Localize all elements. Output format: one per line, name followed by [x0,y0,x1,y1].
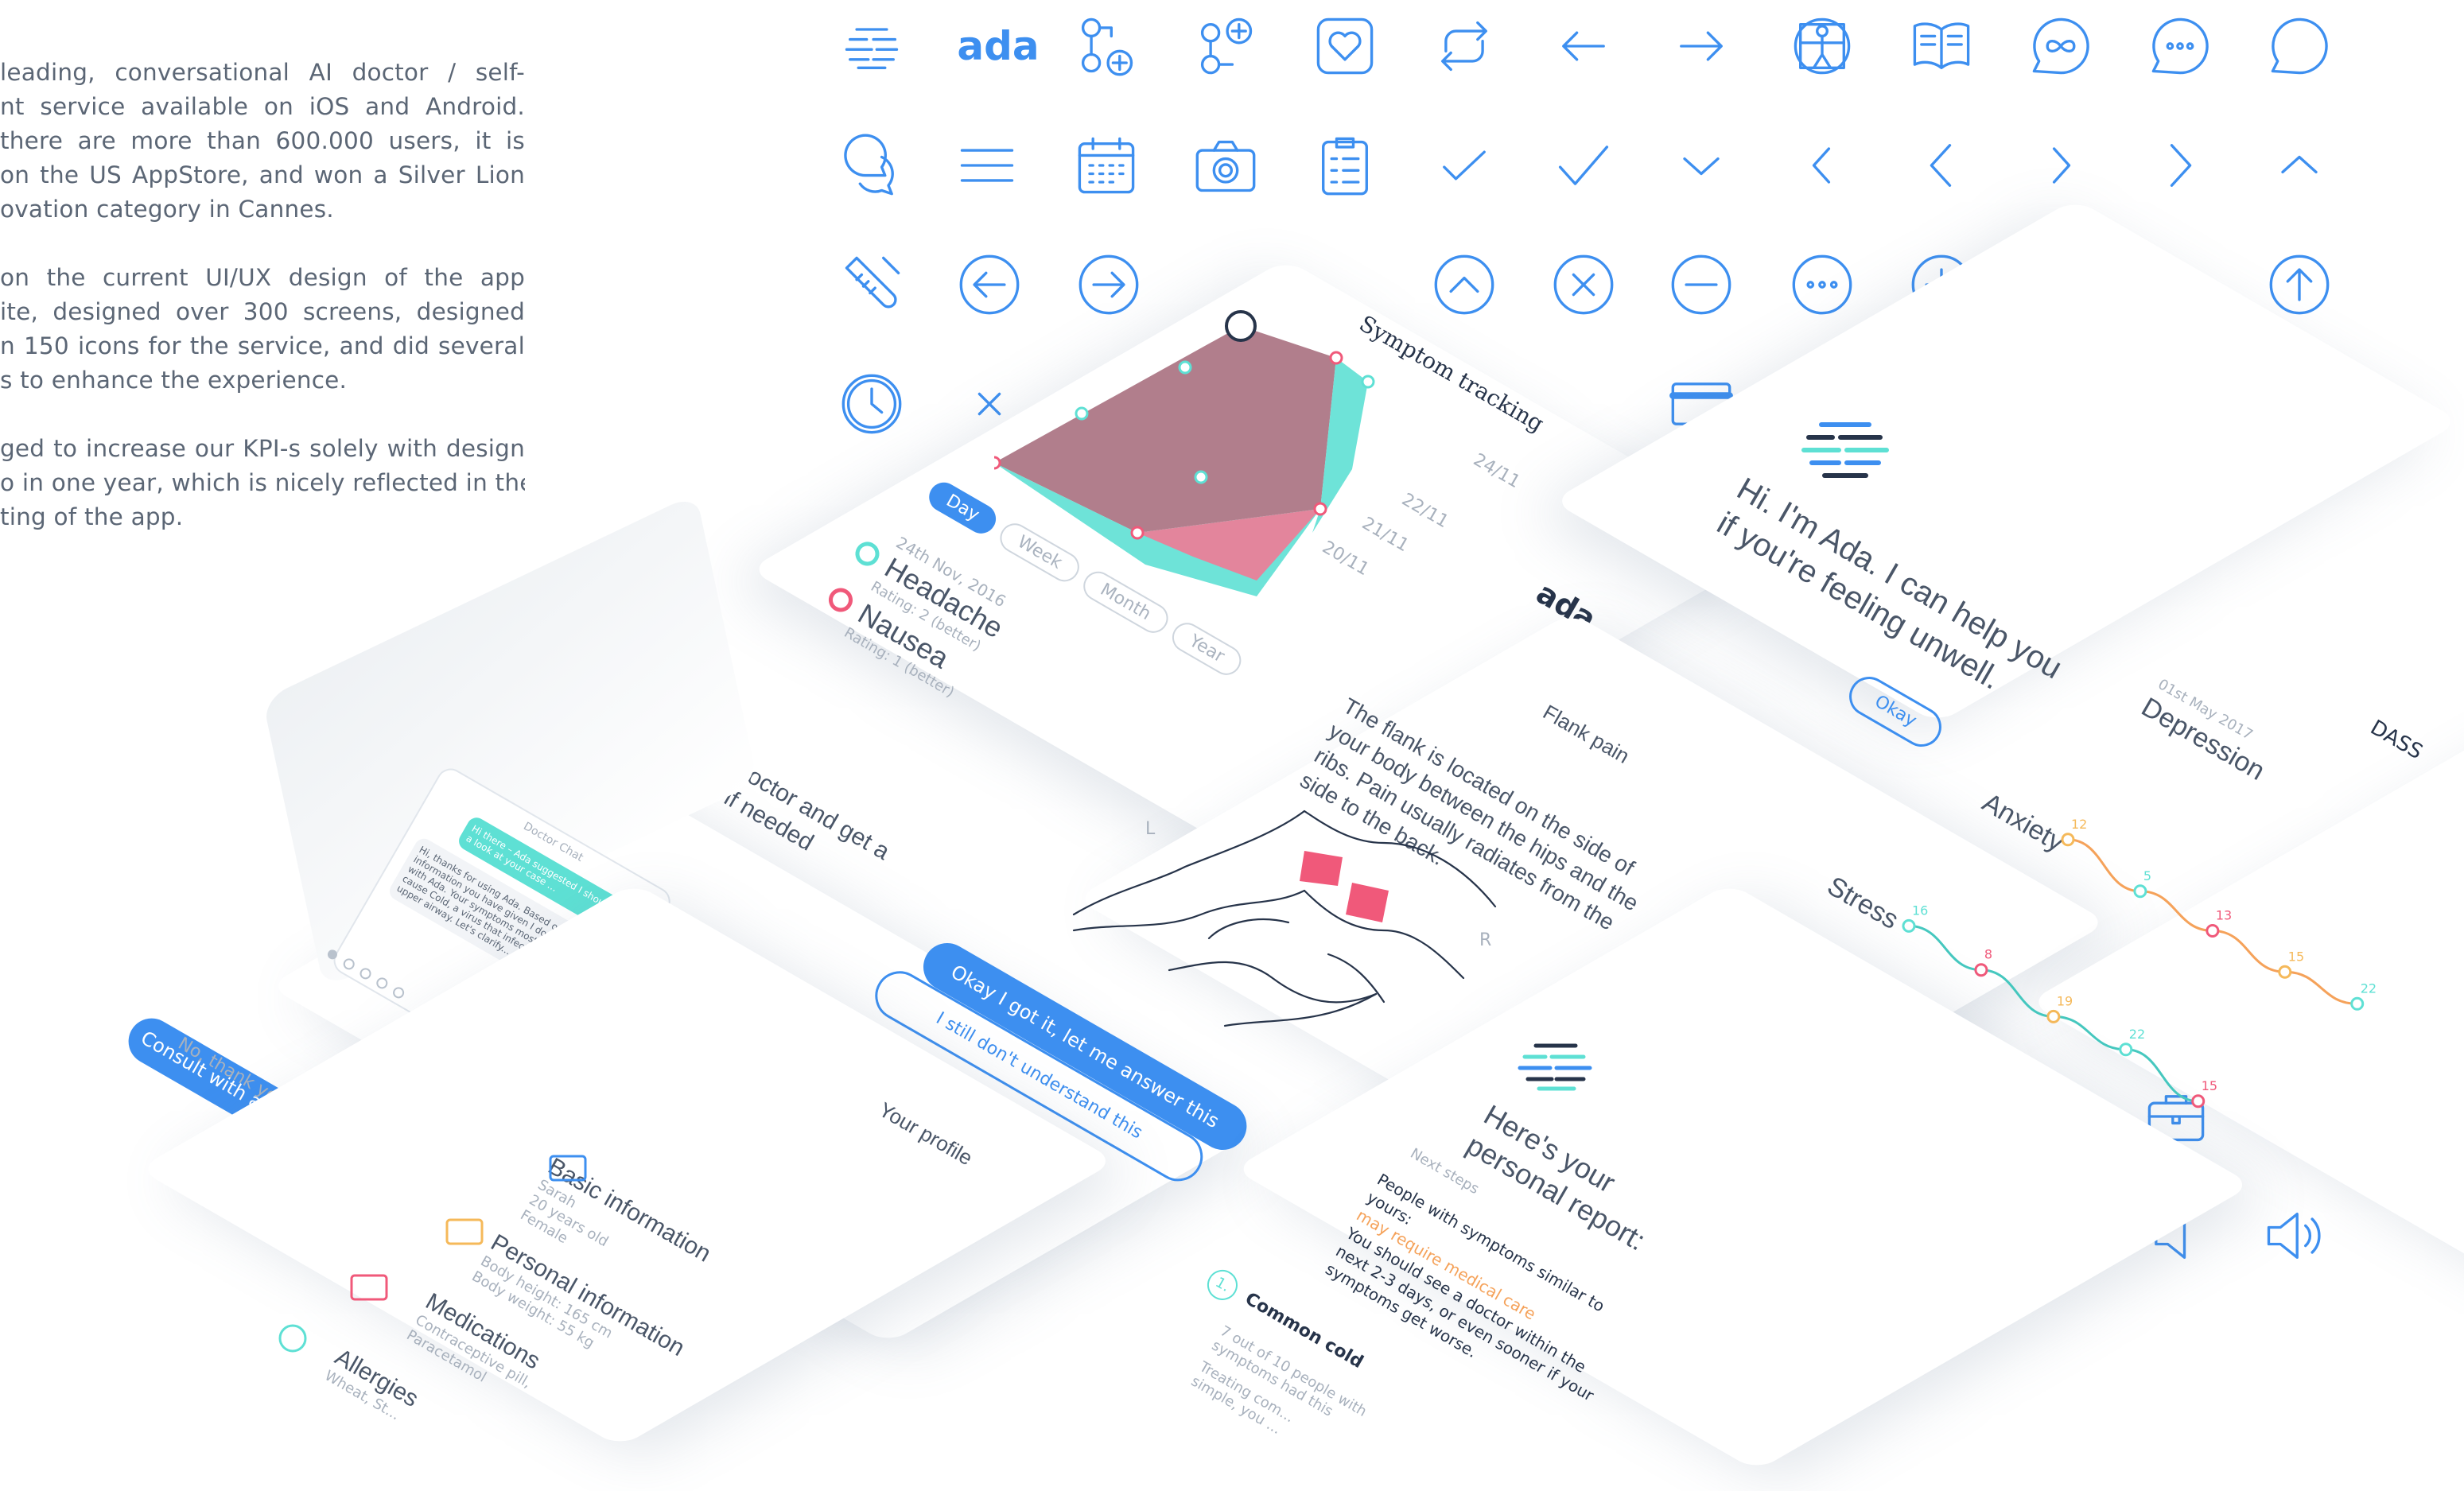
data-label: 15 [2202,1078,2217,1093]
data-point[interactable] [2191,1094,2206,1109]
info-card-icon [445,1217,485,1252]
data-point[interactable] [2133,884,2147,899]
data-label: 16 [1912,903,1928,918]
more-chat-icon [2143,10,2217,83]
flank-highlight-right [1346,883,1389,922]
camera-icon [1189,129,1262,202]
series-line-depression [2067,838,2357,1005]
sync-icon [1428,10,1501,83]
clipboard-checklist-icon [1308,129,1382,202]
chart-area-plum [994,326,1336,533]
chart-top-marker [1225,310,1257,342]
data-point[interactable] [2206,923,2220,938]
ada-mark-icon [835,10,908,83]
data-point[interactable] [2278,965,2292,979]
data-label: 19 [2057,993,2073,1008]
chevron-left-icon[interactable] [1905,129,1978,202]
intro-paragraph-3: ged to increase our KPI-s solely with de… [0,435,525,530]
intro-paragraph-2: on the current UI/UX design of the app i… [0,264,525,394]
pill-icon [350,1272,390,1308]
user-add-flow-alt-icon [1189,10,1262,83]
check-thin-icon [1428,129,1501,202]
data-label: 13 [2216,907,2232,922]
data-point[interactable] [2046,1009,2061,1023]
profile-section-allergies[interactable]: Allergies Wheat, St... [321,1344,423,1428]
data-label: 22 [2361,980,2377,996]
report-ada-mark-icon [1515,1038,1603,1097]
data-point[interactable] [2350,996,2365,1011]
intro-paragraph-1: leading, conversational AI doctor / self… [0,59,525,223]
chevron-right-icon[interactable] [2143,129,2217,202]
data-label: 5 [2143,868,2151,883]
open-book-icon [1905,10,1978,83]
user-add-flow-icon [1070,10,1143,83]
chevron-right-thin-icon[interactable] [2024,129,2097,202]
data-label: 15 [2288,949,2304,964]
side-right-label: R [1479,930,1492,950]
arrow-left-icon[interactable] [1547,10,1620,83]
vitruvian-man-icon [1786,10,1859,83]
flank-highlight-left [1300,851,1343,886]
infinity-chat-icon [2024,10,2097,83]
data-label: 22 [2129,1027,2145,1042]
chevron-up-icon[interactable] [2263,129,2336,202]
data-label: 12 [2071,817,2087,832]
data-point[interactable] [1902,918,1916,933]
ada-logo: ada [957,23,1040,69]
calendar-icon [1070,129,1143,202]
circle-arrow-up-icon[interactable] [2263,248,2336,321]
thermometer-icon [835,248,908,321]
arrow-right-icon[interactable] [1665,10,1738,83]
check-bold-icon [1547,129,1620,202]
clock-icon [835,367,908,441]
chat-bubbles-icon [835,129,908,202]
data-point[interactable] [1974,963,1988,977]
menu-icon[interactable] [950,129,1024,202]
data-point[interactable] [2119,1043,2133,1057]
heart-card-icon [1308,10,1382,83]
circle-minus-icon[interactable] [1665,248,1738,321]
id-card-icon [549,1153,589,1189]
circle-more-icon[interactable] [1786,248,1859,321]
intro-text: leading, conversational AI doctor / self… [0,56,525,569]
chevron-down-icon[interactable] [1665,129,1738,202]
data-point[interactable] [2061,833,2075,847]
speaker-sound-icon[interactable] [2257,1199,2330,1272]
allergy-icon [274,1320,311,1361]
side-left-label: L [1145,819,1156,839]
chevron-left-thin-icon[interactable] [1786,129,1859,202]
body-back-illustration [1066,795,1511,1038]
data-label: 8 [1984,947,1992,962]
chat-bubble-icon [2263,10,2336,83]
greeting-ada-mark-icon [1797,414,1901,489]
